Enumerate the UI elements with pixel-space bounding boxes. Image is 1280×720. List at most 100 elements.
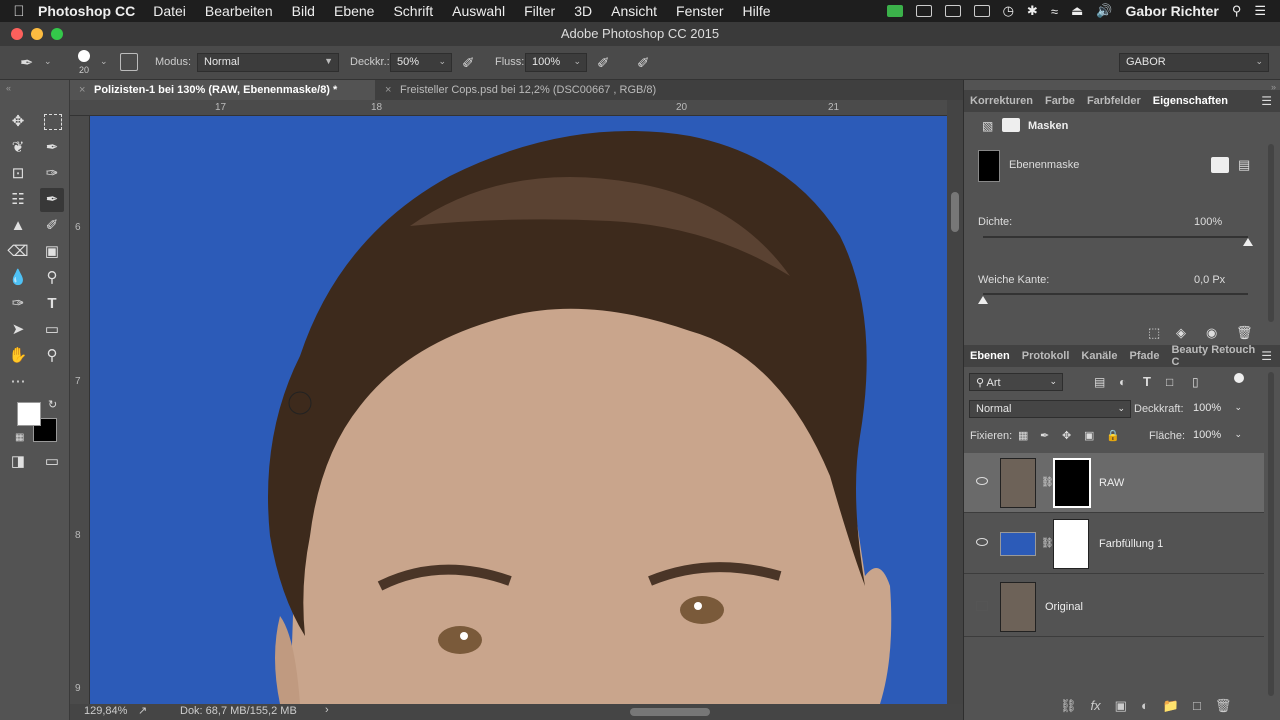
lock-transparency-icon[interactable]: ▦ <box>1018 429 1028 442</box>
density-value[interactable]: 100% <box>1194 216 1222 228</box>
density-slider-thumb[interactable] <box>1243 238 1253 246</box>
healing-brush-tool-icon[interactable]: ☷ <box>6 188 30 212</box>
tab-protokoll[interactable]: Protokoll <box>1016 350 1076 362</box>
flow-field[interactable]: 100% ⌄ <box>525 53 587 72</box>
opacity-field[interactable]: 50% ⌄ <box>390 53 452 72</box>
screen-mode-icon[interactable]: ▭ <box>40 450 64 474</box>
display-icon[interactable] <box>973 5 990 17</box>
menu-ebene[interactable]: Ebene <box>334 3 374 19</box>
load-selection-icon[interactable]: ⬚ <box>1148 325 1160 341</box>
link-layers-icon[interactable]: ⛓ <box>1060 698 1077 714</box>
status-menu-icon[interactable]: › <box>325 704 329 716</box>
dodge-tool-icon[interactable]: ⚲ <box>40 266 64 290</box>
new-group-icon[interactable]: 📁 <box>1163 698 1179 714</box>
fill-field[interactable]: 100% ⌄ <box>1187 427 1247 445</box>
volume-icon[interactable]: 🔊 <box>1096 3 1112 19</box>
minimize-window-button[interactable] <box>31 28 43 40</box>
airbrush-icon[interactable]: ✐ <box>597 54 610 72</box>
vertical-scroll-thumb[interactable] <box>951 192 959 232</box>
rectangle-tool-icon[interactable]: ▭ <box>40 318 64 342</box>
tab-korrekturen[interactable]: Korrekturen <box>964 95 1039 107</box>
pressure-size-icon[interactable]: ✐ <box>637 54 650 72</box>
filter-shape-icon[interactable]: □ <box>1166 375 1173 389</box>
filter-pixel-icon[interactable]: ▤ <box>1094 375 1105 389</box>
lock-position-icon[interactable]: ✥ <box>1062 429 1071 442</box>
layer-mask-thumbnail[interactable] <box>1053 458 1091 508</box>
feather-slider[interactable] <box>983 293 1248 295</box>
tab-beauty-retouch[interactable]: Beauty Retouch C <box>1165 344 1261 368</box>
export-icon[interactable]: ↗ <box>138 704 147 717</box>
density-slider[interactable] <box>983 236 1248 238</box>
layers-panel-menu-icon[interactable]: ☰ <box>1261 349 1272 363</box>
fill-color-thumbnail[interactable] <box>1000 532 1036 556</box>
close-tab-icon[interactable]: × <box>385 80 391 100</box>
eyedropper-tool-icon[interactable]: ✑ <box>40 162 64 186</box>
filter-smartobject-icon[interactable]: ▯ <box>1192 375 1199 389</box>
layer-row-farbfuellung[interactable]: ⛓ Farbfüllung 1 <box>964 514 1264 574</box>
adjustment-layer-icon[interactable]: ◐ <box>1141 698 1149 714</box>
brush-panel-toggle-icon[interactable] <box>120 53 138 71</box>
tab-farbe[interactable]: Farbe <box>1039 95 1081 107</box>
layer-row-raw[interactable]: ⛓ RAW <box>964 453 1264 513</box>
lasso-tool-icon[interactable]: ❦ <box>6 136 30 160</box>
tab-freisteller[interactable]: × Freisteller Cops.psd bei 12,2% (DSC006… <box>376 80 736 100</box>
layer-opacity-field[interactable]: 100% ⌄ <box>1187 400 1247 418</box>
delete-layer-icon[interactable]: 🗑 <box>1215 698 1232 714</box>
layer-filter-select[interactable]: ⚲ Art ⌄ <box>969 373 1063 391</box>
collapse-toolbox-icon[interactable]: « <box>6 83 11 93</box>
layer-name[interactable]: Farbfüllung 1 <box>1099 538 1163 550</box>
zoom-level[interactable]: 129,84% <box>84 705 127 717</box>
clone-stamp-tool-icon[interactable]: ▲ <box>6 214 30 238</box>
visibility-eye-icon[interactable] <box>976 538 988 546</box>
mode-select[interactable]: Normal ▼ <box>197 53 339 72</box>
pen-tool-icon[interactable]: ✑ <box>6 292 30 316</box>
brush-preview-icon[interactable] <box>78 50 90 62</box>
vertical-scrollbar[interactable] <box>947 100 963 704</box>
close-window-button[interactable] <box>11 28 23 40</box>
tool-preset-chevron-icon[interactable]: ⌄ <box>44 56 52 67</box>
menu-ansicht[interactable]: Ansicht <box>611 3 657 19</box>
menu-fenster[interactable]: Fenster <box>676 3 723 19</box>
layer-name[interactable]: Original <box>1045 601 1083 613</box>
layers-scrollbar[interactable] <box>1268 372 1274 696</box>
pressure-opacity-icon[interactable]: ✐ <box>462 54 475 72</box>
layer-mask-thumbnail[interactable] <box>1053 519 1089 569</box>
fx-icon[interactable]: fx <box>1091 698 1101 714</box>
tab-ebenen[interactable]: Ebenen <box>964 350 1016 362</box>
bluetooth-icon[interactable]: ✱ <box>1027 3 1038 19</box>
link-icon[interactable]: ⛓ <box>1041 538 1054 549</box>
app-status-icon[interactable] <box>886 5 903 17</box>
menu-bearbeiten[interactable]: Bearbeiten <box>205 3 273 19</box>
tab-kanaele[interactable]: Kanäle <box>1075 350 1123 362</box>
filter-type-icon[interactable]: T <box>1143 374 1151 389</box>
user-name[interactable]: Gabor Richter <box>1125 3 1218 19</box>
tab-polizisten[interactable]: × Polizisten-1 bei 130% (RAW, Ebenenmask… <box>70 80 375 100</box>
lock-pixels-icon[interactable]: ✒ <box>1040 429 1049 442</box>
airplay-icon[interactable] <box>944 5 961 17</box>
workspace-select[interactable]: GABOR ⌄ <box>1119 53 1269 72</box>
vector-mask-icon[interactable] <box>1002 118 1020 132</box>
layer-row-original[interactable]: Original <box>964 577 1264 637</box>
feather-slider-thumb[interactable] <box>978 296 988 304</box>
apple-icon[interactable]:  <box>0 3 38 20</box>
hand-tool-icon[interactable]: ✋ <box>6 344 30 368</box>
app-menu[interactable]: Photoshop CC <box>38 3 135 19</box>
zoom-window-button[interactable] <box>51 28 63 40</box>
menu-hilfe[interactable]: Hilfe <box>743 3 771 19</box>
menu-bild[interactable]: Bild <box>292 3 315 19</box>
more-tools-icon[interactable]: ⋯ <box>6 370 30 394</box>
default-colors-icon[interactable]: ▦ <box>15 432 24 443</box>
blend-mode-select[interactable]: Normal ⌄ <box>969 400 1131 418</box>
history-brush-tool-icon[interactable]: ✐ <box>40 214 64 238</box>
list-icon[interactable]: ☰ <box>1254 3 1266 19</box>
apply-mask-icon[interactable]: ◈ <box>1176 325 1186 341</box>
move-tool-icon[interactable]: ✥ <box>6 110 30 134</box>
lock-artboard-icon[interactable]: ▣ <box>1084 429 1094 442</box>
visibility-toggle-off[interactable] <box>976 601 988 611</box>
tab-eigenschaften[interactable]: Eigenschaften <box>1147 95 1234 107</box>
panel-menu-icon[interactable]: ☰ <box>1261 94 1272 108</box>
time-machine-icon[interactable]: ◷ <box>1003 3 1014 19</box>
properties-scrollbar[interactable] <box>1268 144 1274 322</box>
marquee-tool-icon[interactable] <box>44 114 62 130</box>
delete-mask-icon[interactable]: 🗑 <box>1236 325 1253 341</box>
